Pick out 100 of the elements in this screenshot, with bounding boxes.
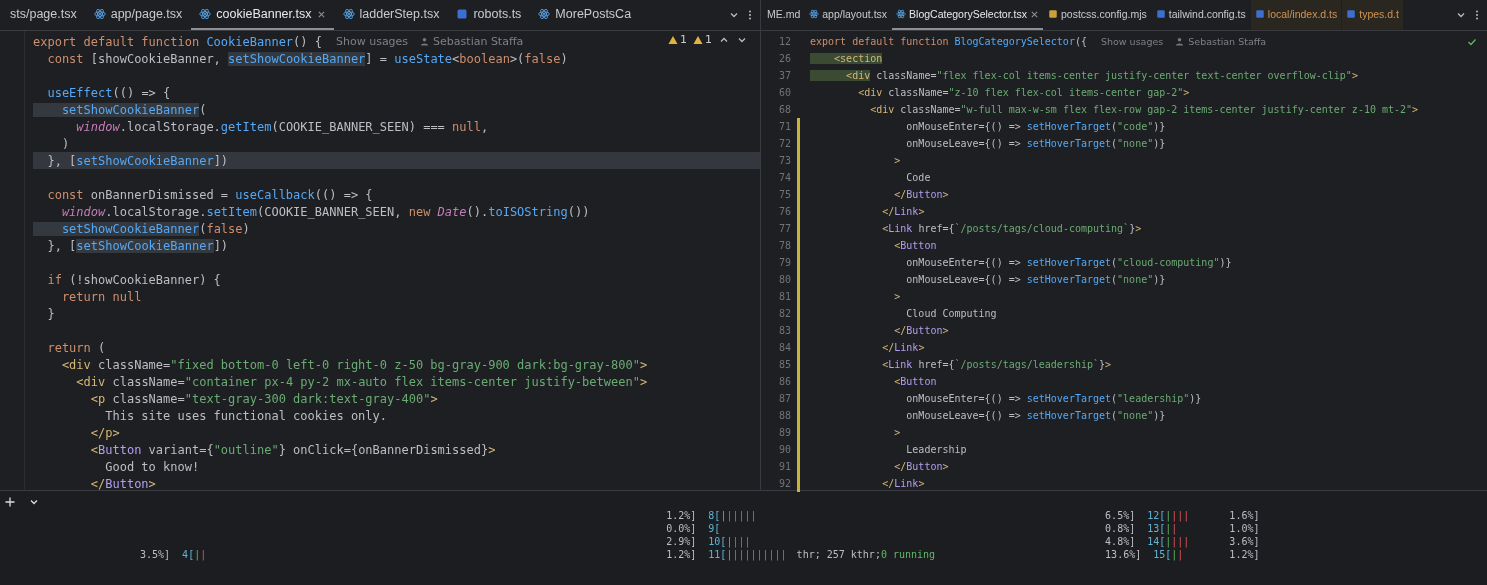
line-number: 60 [777, 87, 792, 98]
code-line: <p className="text-gray-300 dark:text-gray-400"> [89, 390, 439, 407]
atom-icon [809, 9, 820, 19]
editor-tab[interactable]: cookieBanner.tsx [191, 0, 334, 30]
line-number: 68 [777, 104, 792, 115]
show-usages-link[interactable]: Show usages [1100, 36, 1164, 47]
line-number: 79 [777, 257, 792, 268]
code-line: </Button> [893, 461, 949, 472]
line-number: 71 [777, 121, 792, 132]
code-line: <div className="container px-4 py-2 mx-auto flex items-center justify-between"> [75, 373, 649, 390]
cpu-meter: 13.6%] 15[|| [1105, 549, 1185, 562]
editor-tab[interactable]: robots.ts [448, 0, 530, 30]
line-number: 91 [777, 461, 792, 472]
line-number: 76 [777, 206, 792, 217]
line-number: 80 [777, 274, 792, 285]
code-line: <Link href={`/posts/tags/cloud-computing`}> [881, 223, 1142, 234]
code-line: if (!showCookieBanner) { [46, 271, 222, 288]
code-line: Cloud Computing [905, 308, 997, 319]
editor-tab[interactable]: BlogCategorySelector.tsx [892, 0, 1043, 30]
warning-icon [668, 34, 678, 45]
person-icon [1175, 37, 1185, 46]
code-line: </Button> [89, 475, 157, 492]
cpu-meter: 3.5%] 4[|| [140, 549, 207, 562]
code-line: useEffect(() => { [46, 84, 172, 101]
checkmark-icon [1467, 37, 1477, 47]
editor-tab[interactable]: postcss.config.mjs [1043, 0, 1151, 30]
line-number: 84 [777, 342, 792, 353]
code-line: const [showCookieBanner, setShowCookieBanner] = useState<boolean>(false) [46, 50, 569, 67]
atom-icon [538, 8, 551, 20]
code-line: ) [60, 135, 71, 152]
line-number: 12 [777, 36, 792, 47]
warning-icon [693, 34, 703, 45]
code-line: window.localStorage.getItem(COOKIE_BANNER_SEEN) === null, [75, 118, 490, 135]
code-line: Leadership [905, 444, 967, 455]
author-label: Sebastian Staffa [433, 35, 524, 48]
code-line: return ( [46, 339, 107, 356]
show-usages-link[interactable]: Show usages [336, 35, 409, 48]
file-type-icon [1346, 9, 1357, 19]
code-line: setShowCookieBanner(false) [33, 220, 760, 237]
line-number: 73 [777, 155, 792, 166]
file-type-icon [1155, 9, 1166, 19]
code-line: <Button [893, 240, 937, 251]
file-type-icon [1254, 9, 1265, 19]
code-line: </p> [89, 424, 121, 441]
code-line: <div className="z-10 flex flex-col items-center gap-2"> [857, 87, 1190, 98]
cpu-meter: 1.0%] [1229, 523, 1261, 536]
file-type-icon [456, 8, 469, 20]
close-icon[interactable] [316, 9, 326, 19]
cpu-meter: 1.2%] 11[|||||||||| thr; 257 kthr;0 running [666, 549, 936, 562]
code-line: <div className="fixed bottom-0 left-0 right-0 z-50 bg-gray-900 dark:bg-gray-800"> [60, 356, 649, 373]
code-line: export default function CookieBanner() { [33, 33, 322, 50]
cpu-meter: 2.9%] 10[|||| [666, 536, 752, 549]
line-number: 83 [777, 325, 792, 336]
code-line: </Button> [893, 325, 949, 336]
editor-tab[interactable]: app/page.tsx [85, 0, 191, 30]
code-line: This site uses functional cookies only. [104, 407, 388, 424]
plus-icon[interactable] [4, 496, 16, 508]
code-line: onMouseEnter={() => setHoverTarget("leadership")} [905, 393, 1202, 404]
line-number: 85 [777, 359, 792, 370]
code-line: export default function BlogCategorySelector({ [810, 36, 1087, 47]
code-line: const onBannerDismissed = useCallback(() => { [46, 186, 374, 203]
editor-tab[interactable]: app/layout.tsx [805, 0, 892, 30]
code-line: > [893, 291, 901, 302]
line-number: 88 [777, 410, 792, 421]
editor-tab[interactable]: ME.md [763, 0, 805, 30]
editor-tab[interactable]: MorePostsCa [530, 0, 640, 30]
code-line: setShowCookieBanner( [33, 101, 760, 118]
code-line: return null [60, 288, 143, 305]
file-type-icon [1047, 9, 1058, 19]
editor-tab[interactable]: tailwind.config.ts [1151, 0, 1250, 30]
code-line: } [46, 305, 56, 322]
cpu-meter: 1.2%] 8[|||||| [666, 510, 758, 523]
line-number: 75 [777, 189, 792, 200]
editor-tab[interactable]: local/index.d.ts [1250, 0, 1342, 30]
line-number: 26 [777, 53, 792, 64]
code-line: window.localStorage.setItem(COOKIE_BANNER_SEEN, new Date().toISOString()) [60, 203, 591, 220]
code-line: onMouseEnter={() => setHoverTarget("code")} [905, 121, 1166, 132]
code-line: <Link href={`/posts/tags/leadership`}> [881, 359, 1112, 370]
atom-icon [93, 8, 106, 20]
atom-icon [896, 9, 907, 19]
editor-tab[interactable]: types.d.t [1342, 0, 1403, 30]
code-line: </Link> [881, 342, 925, 353]
line-number: 78 [777, 240, 792, 251]
code-line: > [893, 427, 901, 438]
code-line: <div className="w-full max-w-sm flex flex-row gap-2 items-center justify-center z-10 mt-2"> [869, 104, 1419, 115]
line-number: 77 [777, 223, 792, 234]
close-icon[interactable] [1029, 9, 1039, 19]
author-label: Sebastian Staffa [1188, 36, 1267, 47]
editor-tab[interactable]: sts/page.tsx [2, 0, 85, 30]
line-number: 81 [777, 291, 792, 302]
editor-tab[interactable]: ladderStep.tsx [334, 0, 448, 30]
cpu-meter: 3.6%] [1229, 536, 1261, 549]
cpu-meter: 6.5%] 12[|||| [1105, 510, 1190, 523]
warning-count[interactable]: 1 [668, 33, 687, 46]
code-line: </Link> [881, 478, 925, 489]
code-line: </Button> [893, 189, 949, 200]
code-line: <Button [893, 376, 937, 387]
warning-count[interactable]: 1 [693, 33, 712, 46]
atom-icon [199, 8, 212, 20]
cpu-meter: 1.2%] [1229, 549, 1261, 562]
